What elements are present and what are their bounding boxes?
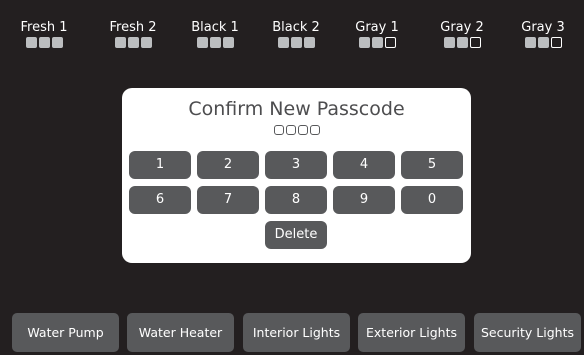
water-pump-button[interactable]: Water Pump xyxy=(12,313,119,352)
level-segment xyxy=(38,37,50,48)
tank-label: Gray 1 xyxy=(355,20,399,35)
tank-level-indicator xyxy=(183,37,247,48)
keypad-key-2[interactable]: 2 xyxy=(197,151,259,179)
tank-black-2: Black 2 xyxy=(264,20,328,48)
level-segment-empty xyxy=(469,37,481,48)
keypad-key-8[interactable]: 8 xyxy=(265,186,327,214)
tank-gray-1: Gray 1 xyxy=(345,20,409,48)
passcode-digit-slot xyxy=(285,125,296,135)
tank-gray-3: Gray 3 xyxy=(511,20,575,48)
tank-label: Gray 3 xyxy=(521,20,565,35)
level-segment xyxy=(222,37,234,48)
level-segment xyxy=(196,37,208,48)
level-segment xyxy=(303,37,315,48)
passcode-digit-slot xyxy=(309,125,320,135)
level-segment xyxy=(290,37,302,48)
keypad-key-0[interactable]: 0 xyxy=(401,186,463,214)
level-segment xyxy=(358,37,370,48)
tank-level-indicator xyxy=(264,37,328,48)
interior-lights-button[interactable]: Interior Lights xyxy=(243,313,350,352)
passcode-digit-slot xyxy=(273,125,284,135)
tank-label: Black 2 xyxy=(272,20,320,35)
tank-fresh-2: Fresh 2 xyxy=(101,20,165,48)
tank-label: Gray 2 xyxy=(440,20,484,35)
dialog-title: Confirm New Passcode xyxy=(188,98,405,120)
passcode-entry-indicator xyxy=(122,125,471,135)
tank-level-indicator xyxy=(430,37,494,48)
level-segment xyxy=(443,37,455,48)
water-heater-button[interactable]: Water Heater xyxy=(127,313,234,352)
level-segment xyxy=(114,37,126,48)
security-lights-button[interactable]: Security Lights xyxy=(474,313,581,352)
level-segment xyxy=(51,37,63,48)
level-segment xyxy=(127,37,139,48)
tank-fresh-1: Fresh 1 xyxy=(12,20,76,48)
tank-level-indicator xyxy=(101,37,165,48)
passcode-dialog: Confirm New Passcode 1 2 3 4 5 6 7 8 9 0… xyxy=(122,88,471,263)
tank-gray-2: Gray 2 xyxy=(430,20,494,48)
keypad-key-7[interactable]: 7 xyxy=(197,186,259,214)
level-segment xyxy=(140,37,152,48)
tank-black-1: Black 1 xyxy=(183,20,247,48)
tank-level-indicator xyxy=(12,37,76,48)
level-segment xyxy=(537,37,549,48)
exterior-lights-button[interactable]: Exterior Lights xyxy=(358,313,465,352)
level-segment xyxy=(209,37,221,48)
level-segment xyxy=(371,37,383,48)
keypad-key-4[interactable]: 4 xyxy=(333,151,395,179)
level-segment xyxy=(456,37,468,48)
tank-level-indicator xyxy=(511,37,575,48)
tank-level-bar: Fresh 1 Fresh 2 Black 1 Black 2 Gray 1 G… xyxy=(0,20,584,60)
keypad-key-3[interactable]: 3 xyxy=(265,151,327,179)
level-segment xyxy=(277,37,289,48)
level-segment-empty xyxy=(550,37,562,48)
delete-button[interactable]: Delete xyxy=(265,221,327,249)
passcode-digit-slot xyxy=(297,125,308,135)
keypad-key-1[interactable]: 1 xyxy=(129,151,191,179)
level-segment xyxy=(25,37,37,48)
keypad-key-5[interactable]: 5 xyxy=(401,151,463,179)
tank-label: Fresh 2 xyxy=(109,20,157,35)
keypad-key-9[interactable]: 9 xyxy=(333,186,395,214)
tank-label: Black 1 xyxy=(191,20,239,35)
keypad-key-6[interactable]: 6 xyxy=(129,186,191,214)
level-segment-empty xyxy=(384,37,396,48)
tank-level-indicator xyxy=(345,37,409,48)
tank-label: Fresh 1 xyxy=(20,20,68,35)
level-segment xyxy=(524,37,536,48)
